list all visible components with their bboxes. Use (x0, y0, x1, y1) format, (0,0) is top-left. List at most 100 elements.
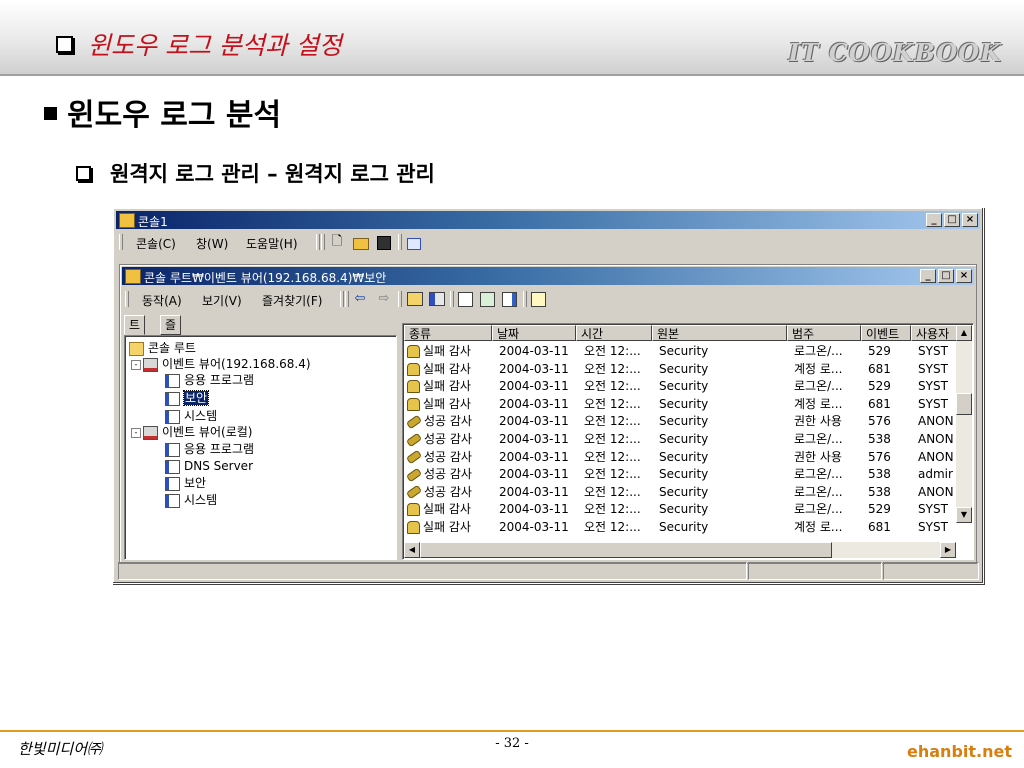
column-header-time[interactable]: 시간 (576, 325, 652, 341)
cell-source: Security (659, 412, 787, 430)
scroll-down-icon[interactable]: ▼ (956, 507, 972, 523)
column-header-type[interactable]: 종류 (404, 325, 492, 341)
tree-item-security-log-selected[interactable]: 보안 (165, 390, 210, 406)
menu-view[interactable]: 보기(V) (202, 292, 242, 309)
cell-time: 오전 12:... (584, 430, 654, 448)
table-row[interactable]: 성공 감사 2004-03-11 오전 12:... Security 권한 사용 576… (404, 448, 956, 466)
save-icon[interactable] (377, 236, 391, 250)
cell-text: admir (918, 467, 953, 482)
scroll-right-icon[interactable]: ▶ (940, 542, 956, 558)
new-window-icon[interactable] (407, 238, 421, 250)
table-row[interactable]: 성공 감사 2004-03-11 오전 12:... Security 로그온/... 5… (404, 430, 956, 448)
toolbar-grip[interactable] (345, 291, 349, 307)
column-header-user[interactable]: 사용자 (911, 325, 957, 341)
menu-window[interactable]: 창(W) (196, 235, 228, 252)
cell-user: ANON (918, 412, 958, 430)
cell-text: 성공 감사 (424, 432, 472, 446)
cell-event: 681 (868, 518, 912, 536)
toolbar-grip[interactable] (398, 291, 402, 307)
table-row[interactable]: 성공 감사 2004-03-11 오전 12:... Security 로그온/... 5… (404, 465, 956, 483)
toolbar-grip[interactable] (340, 291, 344, 307)
key-icon (407, 449, 423, 465)
tree-item-local-security-log[interactable]: 보안 (165, 475, 206, 491)
tree-item-event-viewer-remote[interactable]: - 이벤트 뷰어(192.168.68.4) (131, 356, 311, 372)
tree-item-dns-server-log[interactable]: DNS Server (165, 458, 253, 474)
table-row[interactable]: 실패 감사 2004-03-11 오전 12:... Security 계정 로... 6… (404, 395, 956, 413)
cell-text: Security (659, 361, 709, 376)
horizontal-scroll-thumb[interactable] (420, 542, 832, 558)
scroll-left-icon[interactable]: ◀ (404, 542, 420, 558)
export-list-icon[interactable] (502, 292, 517, 307)
menu-console[interactable]: 콘솔(C) (136, 235, 176, 252)
open-folder-icon[interactable] (353, 238, 369, 250)
menu-favorites[interactable]: 즐겨찾기(F) (262, 292, 322, 309)
cell-type: 실패 감사 (407, 360, 493, 378)
child-close-button[interactable]: × (956, 269, 972, 283)
column-header-date[interactable]: 날짜 (492, 325, 576, 341)
toolbar-grip[interactable] (316, 234, 320, 250)
column-header-event[interactable]: 이벤트 (861, 325, 911, 341)
cell-source: Security (659, 448, 787, 466)
help-icon[interactable] (531, 292, 546, 307)
child-title: 콘솔 루트₩이벤트 뷰어(192.168.68.4)₩보안 (144, 271, 387, 285)
child-maximize-button[interactable]: □ (938, 269, 954, 283)
cell-text: Security (659, 379, 709, 394)
child-minimize-button[interactable]: _ (920, 269, 936, 283)
toolbar-grip[interactable] (450, 291, 454, 307)
table-row[interactable]: 실패 감사 2004-03-11 오전 12:... Security 로그온/... 5… (404, 377, 956, 395)
tree-item-event-viewer-local[interactable]: - 이벤트 뷰어(로컬) (131, 424, 252, 440)
collapse-icon[interactable]: - (131, 427, 141, 438)
maximize-button[interactable]: □ (944, 213, 960, 227)
tree-item-local-system-log[interactable]: 시스템 (165, 492, 217, 508)
vertical-scrollbar[interactable]: ▲ ▼ (956, 325, 972, 523)
toolbar-grip[interactable] (119, 234, 123, 250)
table-row[interactable]: 성공 감사 2004-03-11 오전 12:... Security 로그온/... 5… (404, 483, 956, 501)
toolbar-grip[interactable] (125, 291, 129, 307)
table-row[interactable]: 실패 감사 2004-03-11 오전 12:... Security 계정 로... 6… (404, 360, 956, 378)
cell-text: 2004-03-11 (499, 379, 569, 394)
properties-icon[interactable] (458, 292, 473, 307)
horizontal-scrollbar[interactable]: ◀ ▶ (404, 542, 956, 558)
cell-text: 오전 12:... (584, 379, 641, 394)
forward-arrow-icon[interactable]: ⇨ (376, 291, 392, 307)
tab-tree[interactable]: 트리 (124, 315, 146, 350)
scroll-up-icon[interactable]: ▲ (956, 325, 972, 341)
toolbar-grip[interactable] (321, 234, 325, 250)
cell-source: Security (659, 500, 787, 518)
cell-text: 로그온/... (794, 344, 843, 358)
child-titlebar[interactable]: 콘솔 루트₩이벤트 뷰어(192.168.68.4)₩보안 _ □ × (122, 267, 974, 285)
tree-pane[interactable]: 콘솔 루트 - 이벤트 뷰어(192.168.68.4) 응용 프로그램 보안 시… (124, 335, 397, 560)
tree-item-system-log[interactable]: 시스템 (165, 408, 217, 424)
menu-help[interactable]: 도움말(H) (246, 235, 298, 252)
toolbar-grip[interactable] (523, 291, 527, 307)
cell-text: Security (659, 484, 709, 499)
tree-item-local-application-log[interactable]: 응용 프로그램 (165, 441, 254, 457)
show-hide-tree-icon[interactable] (429, 292, 445, 306)
close-button[interactable]: × (962, 213, 978, 227)
back-arrow-icon[interactable]: ⇦ (352, 291, 368, 307)
table-row[interactable]: 성공 감사 2004-03-11 오전 12:... Security 권한 사용 576… (404, 412, 956, 430)
event-list-pane[interactable]: 종류 날짜 시간 원본 범주 이벤트 사용자 실패 감사 2004-03-11 오전… (402, 323, 974, 560)
column-header-source[interactable]: 원본 (652, 325, 787, 341)
tab-favorites[interactable]: 즐겨찾기 (160, 315, 182, 386)
table-row[interactable]: 실패 감사 2004-03-11 오전 12:... Security 계정 로... 6… (404, 518, 956, 536)
cell-type: 실패 감사 (407, 518, 493, 536)
scroll-thumb[interactable] (956, 393, 972, 415)
column-header-category[interactable]: 범주 (787, 325, 861, 341)
up-level-icon[interactable] (407, 292, 423, 306)
table-row[interactable]: 실패 감사 2004-03-11 오전 12:... Security 로그온/... 5… (404, 342, 956, 360)
table-row[interactable]: 실패 감사 2004-03-11 오전 12:... Security 로그온/... 5… (404, 500, 956, 518)
toolbar-grip[interactable] (398, 234, 402, 250)
menu-action[interactable]: 동작(A) (142, 292, 182, 309)
cell-category: 계정 로... (794, 518, 862, 536)
console-window: 콘솔1 _ □ × 콘솔(C) 창(W) 도움말(H) 🗋 콘솔 루트₩이벤트 … (112, 207, 984, 584)
new-document-icon[interactable]: 🗋 (329, 234, 345, 250)
collapse-icon[interactable]: - (131, 359, 141, 370)
cell-time: 오전 12:... (584, 465, 654, 483)
cell-time: 오전 12:... (584, 483, 654, 501)
tree-item-console-root[interactable]: 콘솔 루트 (129, 340, 196, 356)
console-titlebar[interactable]: 콘솔1 _ □ × (116, 211, 980, 229)
refresh-icon[interactable] (480, 292, 495, 307)
minimize-button[interactable]: _ (926, 213, 942, 227)
tree-item-application-log[interactable]: 응용 프로그램 (165, 372, 254, 388)
